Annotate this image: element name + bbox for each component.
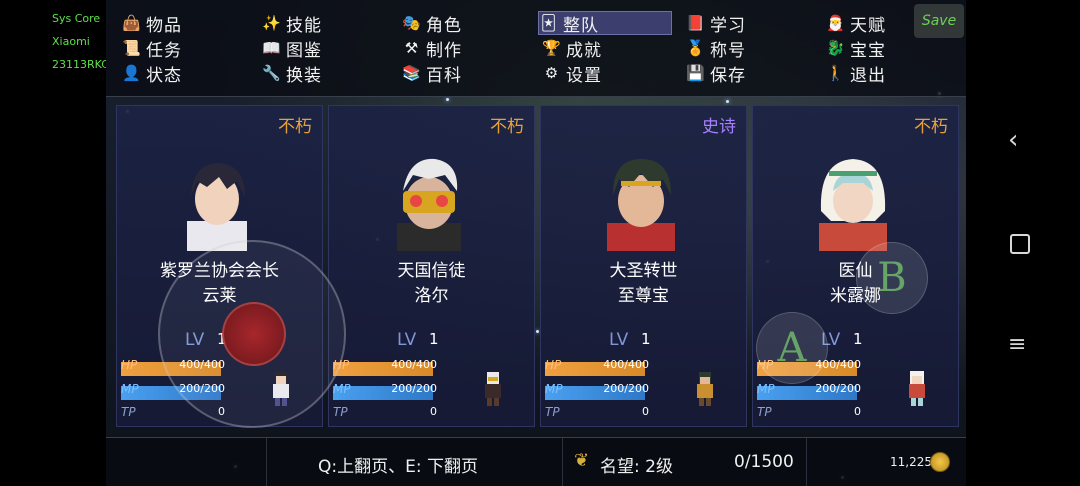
tp-value: 0 [854, 405, 861, 418]
tp-label: TP [333, 405, 348, 419]
hp-value: 400/400 [391, 358, 437, 371]
party-member-card[interactable]: 不朽 天国信徒 洛尔 LV 1 HP 400/400 MP 200/200 TP… [328, 105, 535, 427]
quick-save-button[interactable]: Save [914, 4, 964, 38]
mp-value: 200/200 [391, 382, 437, 395]
reputation-level: 名望: 2级 [600, 457, 673, 477]
character-sprite [909, 371, 925, 406]
laurel-icon: ❦ [574, 450, 590, 471]
wrench-icon: 🔧 [262, 64, 282, 82]
tp-value: 0 [430, 405, 437, 418]
mp-label: MP [545, 382, 563, 396]
menu-item-pets[interactable]: 🐉 宝宝 [826, 37, 886, 61]
menu-item-learn[interactable]: 📕 学习 [686, 12, 746, 36]
character-portrait [819, 159, 887, 251]
rarity-badge: 不朽 [490, 117, 524, 137]
debug-line-2: Xiaomi [52, 35, 90, 48]
level-value: 1 [429, 330, 439, 348]
character-portrait [607, 159, 675, 251]
home-icon[interactable] [1010, 234, 1030, 254]
menu-item-titles[interactable]: 🏅 称号 [686, 37, 746, 61]
sparkle-icon: ✨ [262, 14, 282, 32]
trophy-icon: 🏆 [542, 39, 562, 57]
reputation-section: ❦ 名望: 2级 0/1500 [562, 438, 807, 486]
menu-item-talent[interactable]: 🎅 天赋 [826, 12, 886, 36]
gold-section: 11,225 [806, 438, 966, 486]
character-title: 大圣转世 [609, 261, 678, 281]
gear-icon: ⚙ [544, 64, 560, 82]
mp-label: MP [757, 382, 775, 396]
a-button[interactable]: A [756, 312, 828, 384]
anvil-icon: ⚒ [404, 39, 420, 57]
mp-value: 200/200 [603, 382, 649, 395]
b-button[interactable]: B [856, 242, 928, 314]
medal-icon: 🏅 [686, 39, 706, 57]
gold-amount: 11,225 [890, 455, 932, 469]
debug-line-1: Sys Core [52, 12, 101, 25]
hp-label: HP [121, 358, 138, 372]
character-name: 洛尔 [414, 286, 449, 306]
main-menu: 👜 物品 ✨ 技能 🎭 角色 🃏 整队 📕 学习 🎅 天赋 📜 任务 📖 图鉴 ⚒ 制作 🏆 成就 … [106, 0, 966, 97]
character-portrait [187, 163, 247, 251]
scroll-icon: 📜 [122, 39, 142, 57]
character-portrait [397, 158, 461, 251]
menu-item-album[interactable]: 📖 图鉴 [262, 37, 322, 61]
recents-icon[interactable]: ≡ [1008, 332, 1026, 357]
formation-icon: 🃏 [540, 14, 558, 32]
masks-icon: 🎭 [402, 14, 422, 32]
encyclopedia-icon: 📚 [402, 64, 422, 82]
hp-value: 400/400 [603, 358, 649, 371]
rarity-badge: 史诗 [702, 117, 736, 137]
character-name: 至尊宝 [618, 286, 669, 306]
rarity-badge: 不朽 [278, 117, 312, 137]
menu-item-encyclopedia[interactable]: 📚 百科 [402, 62, 462, 86]
bottom-empty-section [106, 438, 267, 486]
tp-label: TP [757, 405, 772, 419]
level-label: LV [609, 330, 629, 350]
rarity-badge: 不朽 [914, 117, 948, 137]
menu-item-settings[interactable]: ⚙ 设置 [542, 62, 602, 86]
menu-item-items[interactable]: 👜 物品 [122, 12, 182, 36]
joystick-knob[interactable] [222, 302, 286, 366]
tp-value: 0 [642, 405, 649, 418]
pet-icon: 🐉 [826, 39, 846, 57]
reputation-progress: 0/1500 [734, 452, 794, 472]
party-member-card[interactable]: 史诗 大圣转世 至尊宝 LV 1 HP 400/400 MP 200/200 T… [540, 105, 747, 427]
menu-item-outfit[interactable]: 🔧 换装 [262, 62, 322, 86]
level-label: LV [397, 330, 417, 350]
page-hint-section: Q:上翻页、E: 下翻页 [266, 438, 563, 486]
menu-item-character[interactable]: 🎭 角色 [402, 12, 462, 36]
menu-item-quests[interactable]: 📜 任务 [122, 37, 182, 61]
menu-item-skills[interactable]: ✨ 技能 [262, 12, 322, 36]
menu-item-save[interactable]: 💾 保存 [686, 62, 746, 86]
character-title: 天国信徒 [397, 261, 466, 281]
character-sprite [697, 372, 713, 406]
tp-label: TP [545, 405, 560, 419]
page-hint-text: Q:上翻页、E: 下翻页 [318, 457, 478, 477]
level-value: 1 [853, 330, 863, 348]
talent-icon: 🎅 [826, 14, 846, 32]
menu-item-exit[interactable]: 🚶 退出 [826, 62, 886, 86]
status-icon: 👤 [122, 64, 142, 82]
album-icon: 📖 [262, 39, 282, 57]
system-nav-bar: ‹ ≡ [974, 0, 1080, 486]
game-screen: 👜 物品 ✨ 技能 🎭 角色 🃏 整队 📕 学习 🎅 天赋 📜 任务 📖 图鉴 ⚒ 制作 🏆 成就 … [106, 0, 966, 486]
level-value: 1 [641, 330, 651, 348]
book-icon: 📕 [686, 14, 706, 32]
character-sprite [485, 372, 501, 406]
menu-item-status[interactable]: 👤 状态 [122, 62, 182, 86]
mp-label: MP [121, 382, 139, 396]
exit-icon: 🚶 [826, 64, 846, 82]
menu-item-achievements[interactable]: 🏆 成就 [542, 37, 602, 61]
gold-coin-icon [930, 452, 950, 472]
mp-label: MP [333, 382, 351, 396]
bag-icon: 👜 [122, 14, 142, 32]
back-icon[interactable]: ‹ [1008, 125, 1018, 155]
bottom-bar: Q:上翻页、E: 下翻页 ❦ 名望: 2级 0/1500 11,225 [106, 437, 966, 486]
mp-value: 200/200 [815, 382, 861, 395]
floppy-icon: 💾 [686, 64, 706, 82]
tp-label: TP [121, 405, 136, 419]
menu-item-formation[interactable]: 🃏 整队 [538, 11, 672, 36]
menu-item-crafting[interactable]: ⚒ 制作 [402, 37, 462, 61]
hp-label: HP [545, 358, 562, 372]
